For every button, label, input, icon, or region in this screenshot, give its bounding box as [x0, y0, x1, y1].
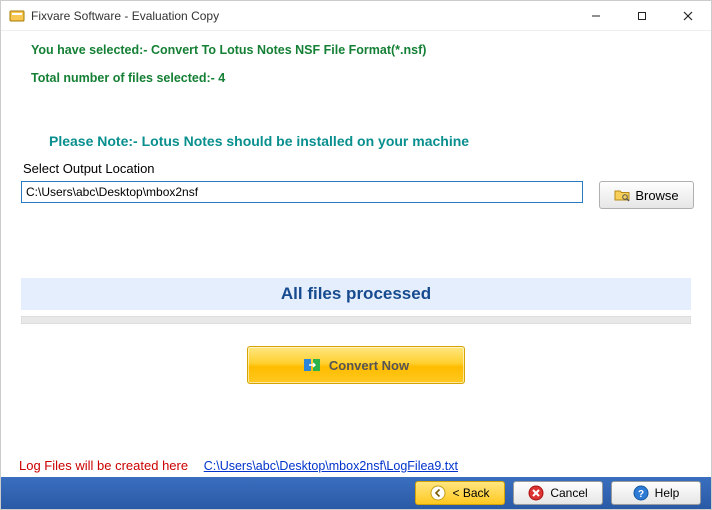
output-row: Browse [21, 178, 711, 206]
output-location-label: Select Output Location [23, 161, 711, 176]
log-line: Log Files will be created here C:\Users\… [19, 458, 458, 473]
file-count-text: Total number of files selected:- 4 [31, 71, 711, 85]
window-title: Fixvare Software - Evaluation Copy [31, 9, 219, 23]
cancel-icon [528, 485, 544, 501]
main-content: You have selected:- Convert To Lotus Not… [1, 31, 711, 477]
help-icon: ? [633, 485, 649, 501]
minimize-button[interactable] [573, 1, 619, 30]
convert-icon [303, 356, 321, 374]
window-controls [573, 1, 711, 30]
arrow-left-icon [430, 485, 446, 501]
folder-search-icon [614, 188, 630, 202]
browse-label: Browse [635, 188, 678, 203]
browse-button[interactable]: Browse [599, 181, 694, 209]
status-banner: All files processed [21, 278, 691, 310]
log-file-link[interactable]: C:\Users\abc\Desktop\mbox2nsf\LogFilea9.… [204, 459, 458, 473]
back-button[interactable]: < Back [415, 481, 505, 505]
cancel-button[interactable]: Cancel [513, 481, 603, 505]
maximize-button[interactable] [619, 1, 665, 30]
convert-now-button[interactable]: Convert Now [247, 346, 465, 384]
back-label: < Back [452, 486, 489, 500]
title-bar: Fixvare Software - Evaluation Copy [1, 1, 711, 31]
selected-format-text: You have selected:- Convert To Lotus Not… [31, 43, 711, 57]
output-path-input[interactable] [21, 181, 583, 203]
close-button[interactable] [665, 1, 711, 30]
cancel-label: Cancel [550, 486, 587, 500]
help-label: Help [655, 486, 680, 500]
convert-label: Convert Now [329, 358, 409, 373]
help-button[interactable]: ? Help [611, 481, 701, 505]
svg-text:?: ? [638, 489, 644, 500]
app-icon [9, 8, 25, 24]
progress-bar [21, 316, 691, 324]
bottom-button-bar: < Back Cancel ? Help [1, 477, 711, 509]
note-text: Please Note:- Lotus Notes should be inst… [49, 133, 711, 149]
log-prefix: Log Files will be created here [19, 458, 188, 473]
